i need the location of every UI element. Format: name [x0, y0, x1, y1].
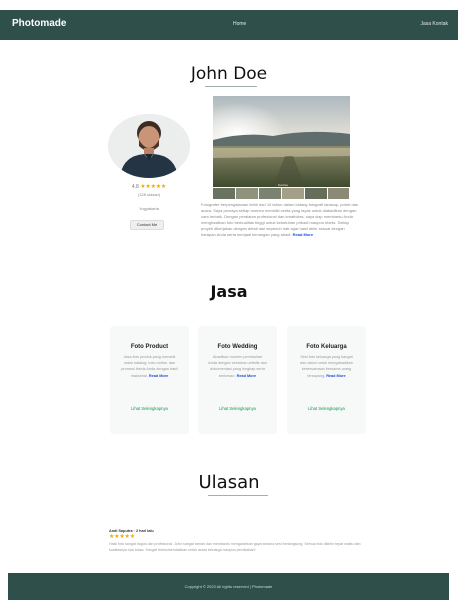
footer-copyright: Copyright © 2023 All rights reserved | P… [184, 584, 273, 589]
service-card-product: Foto Product Jasa foto produk yang menar… [110, 326, 189, 434]
card-action-link[interactable]: Lihat Selengkapnya [110, 406, 189, 411]
thumbnail[interactable] [213, 188, 236, 199]
thumbnail[interactable] [282, 188, 305, 199]
title-underline [208, 495, 268, 496]
card-title: Foto Wedding [217, 344, 258, 350]
photo-thumbnail-strip [213, 188, 350, 199]
bio-read-more-link[interactable]: Read More [293, 232, 313, 237]
rating-value: 4.8 [131, 184, 139, 190]
title-underline [205, 86, 257, 87]
profile-bio: Fotografer berpengalaman lebih dari 10 t… [201, 202, 359, 239]
card-action-link[interactable]: Lihat Selengkapnya [198, 406, 277, 411]
card-title: Foto Keluarga [306, 344, 347, 350]
rating-count: (128 ulasan) [137, 192, 161, 197]
reviews-title: Ulasan [198, 472, 260, 493]
card-title: Foto Product [130, 344, 169, 350]
featured-photo[interactable] [213, 96, 350, 187]
avatar [108, 114, 190, 178]
profile-name: John Doe [190, 64, 268, 84]
star-rating-icon: ★★★★★ [140, 184, 167, 190]
review-text: Hasil foto sangat bagus dan profesional.… [109, 542, 361, 552]
card-description: Sesi foto keluarga yang hangat dan alami… [297, 354, 356, 379]
thumbnail[interactable] [328, 188, 350, 199]
nav-link-home[interactable]: Home [233, 21, 246, 27]
card-action-link[interactable]: Lihat Selengkapnya [287, 406, 366, 411]
service-card-family: Foto Keluarga Sesi foto keluarga yang ha… [287, 326, 366, 434]
photo-caption: Sunrise [277, 183, 289, 187]
card-read-more-link[interactable]: Read More [149, 374, 168, 378]
thumbnail[interactable] [259, 188, 282, 199]
thumbnail[interactable] [236, 188, 259, 199]
footer: Copyright © 2023 All rights reserved | P… [8, 573, 449, 600]
nav-links-right[interactable]: Jasa Kontak [420, 21, 448, 27]
service-card-wedding: Foto Wedding Abadikan momen pernikahan A… [198, 326, 277, 434]
bio-text: Fotografer berpengalaman lebih dari 10 t… [201, 202, 359, 238]
card-read-more-link[interactable]: Read More [326, 374, 345, 378]
card-description: Abadikan momen pernikahan Anda dengan se… [208, 354, 267, 379]
rating: 4.8 ★★★★★ [118, 183, 180, 190]
top-navbar: Photomade Home Jasa Kontak [0, 10, 458, 40]
star-rating-icon: ★★★★★ [109, 534, 135, 540]
location-text: Yogyakarta [139, 206, 159, 211]
services-title: Jasa [210, 282, 248, 301]
card-read-more-link[interactable]: Read More [237, 374, 256, 378]
contact-me-button[interactable]: Contact Me [130, 220, 164, 230]
brand-logo[interactable]: Photomade [12, 18, 66, 29]
thumbnail[interactable] [305, 188, 328, 199]
card-description: Jasa foto produk yang menarik untuk kata… [120, 354, 179, 379]
